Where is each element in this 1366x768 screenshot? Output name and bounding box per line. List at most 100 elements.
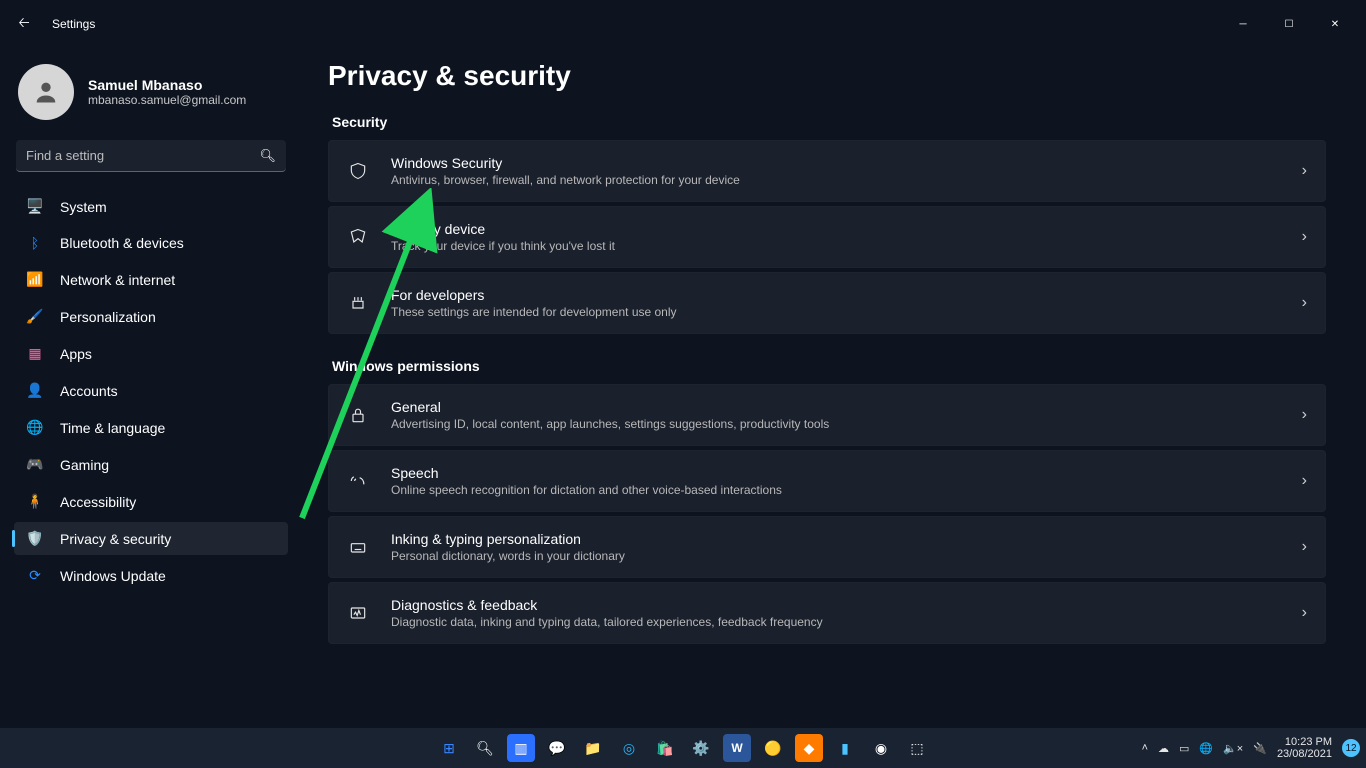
sidebar-item-privacy[interactable]: 🛡️Privacy & security (14, 522, 288, 555)
lock-icon (347, 404, 369, 426)
taskbar-settings[interactable]: ⚙️ (687, 734, 715, 762)
start-button[interactable]: ⊞ (435, 734, 463, 762)
card-title: Diagnostics & feedback (391, 597, 1280, 613)
card-sub: Diagnostic data, inking and typing data,… (391, 615, 1280, 629)
taskbar-app-orange[interactable]: ◆ (795, 734, 823, 762)
nav-label: System (60, 199, 107, 215)
tray-network-icon[interactable]: 🌐 (1199, 742, 1213, 755)
system-tray: ˄ ☁ ▭ 🌐 🔈× 🔌 10:23 PM 23/08/2021 12 (1142, 736, 1360, 760)
profile[interactable]: Samuel Mbanaso mbanaso.samuel@gmail.com (14, 56, 288, 138)
keyboard-icon (347, 536, 369, 558)
sidebar-item-gaming[interactable]: 🎮Gaming (14, 448, 288, 481)
bluetooth-icon: ᛒ (26, 235, 44, 251)
close-button[interactable]: ✕ (1312, 8, 1358, 40)
card-general[interactable]: General Advertising ID, local content, ap… (328, 384, 1326, 446)
card-title: General (391, 399, 1280, 415)
sidebar-item-accessibility[interactable]: 🧍 Accessibility (14, 485, 288, 518)
page-title: Privacy & security (328, 60, 1326, 92)
tray-volume-icon[interactable]: 🔈× (1223, 742, 1243, 755)
taskbar-steam[interactable]: ◉ (867, 734, 895, 762)
profile-email: mbanaso.samuel@gmail.com (88, 93, 246, 107)
chevron-right-icon: › (1302, 294, 1307, 312)
card-title: Inking & typing personalization (391, 531, 1280, 547)
chevron-right-icon: › (1302, 406, 1307, 424)
taskbar-icons: ⊞ 🔍︎ ▥ 💬 📁 ◎ 🛍️ ⚙️ W 🟡 ◆ ▮ ◉ ⬚ (435, 734, 931, 762)
tray-power-icon[interactable]: 🔌 (1253, 742, 1267, 755)
location-icon (347, 226, 369, 248)
card-sub: Track your device if you think you've lo… (391, 239, 1280, 253)
profile-name: Samuel Mbanaso (88, 77, 246, 93)
card-windows-security[interactable]: Windows Security Antivirus, browser, fire… (328, 140, 1326, 202)
section-heading-permissions: Windows permissions (332, 358, 1326, 374)
permissions-cards: General Advertising ID, local content, ap… (328, 384, 1326, 644)
card-title: Windows Security (391, 155, 1280, 171)
card-inking[interactable]: Inking & typing personalization Personal … (328, 516, 1326, 578)
nav-label: Gaming (60, 457, 109, 473)
security-cards: Windows Security Antivirus, browser, fire… (328, 140, 1326, 334)
chevron-right-icon: › (1302, 472, 1307, 490)
shield-outline-icon (347, 160, 369, 182)
sidebar: Samuel Mbanaso mbanaso.samuel@gmail.com … (0, 48, 300, 728)
diagnostics-icon (347, 602, 369, 624)
tray-chevron-icon[interactable]: ˄ (1142, 742, 1148, 754)
window-title: Settings (52, 17, 95, 31)
nav-label: Time & language (60, 420, 165, 436)
card-speech[interactable]: SpeechOnline speech recognition for dict… (328, 450, 1326, 512)
taskbar-app-blue[interactable]: ▮ (831, 734, 859, 762)
card-sub: Advertising ID, local content, app launc… (391, 417, 1280, 431)
wifi-icon: 📶 (26, 271, 44, 288)
sidebar-item-time[interactable]: 🌐Time & language (14, 411, 288, 444)
brush-icon: 🖌️ (26, 308, 44, 325)
card-find-my-device[interactable]: Find my device Track your device if you t… (328, 206, 1326, 268)
tray-date: 23/08/2021 (1277, 748, 1332, 760)
sidebar-item-bluetooth[interactable]: ᛒBluetooth & devices (14, 227, 288, 259)
chevron-right-icon: › (1302, 604, 1307, 622)
tray-clock[interactable]: 10:23 PM 23/08/2021 (1277, 736, 1332, 760)
window-controls: ─ ☐ ✕ (1220, 8, 1358, 40)
taskbar-chat[interactable]: 💬 (543, 734, 571, 762)
sidebar-item-personalization[interactable]: 🖌️Personalization (14, 300, 288, 333)
taskbar-chrome[interactable]: 🟡 (759, 734, 787, 762)
speech-icon (347, 470, 369, 492)
sidebar-item-update[interactable]: ⟳Windows Update (14, 559, 288, 592)
card-title: Speech (391, 465, 1280, 481)
avatar (18, 64, 74, 120)
sidebar-item-system[interactable]: 🖥️ System (14, 190, 288, 223)
card-sub: Antivirus, browser, firewall, and networ… (391, 173, 1280, 187)
minimize-button[interactable]: ─ (1220, 8, 1266, 40)
sidebar-item-network[interactable]: 📶 Network & internet (14, 263, 288, 296)
maximize-button[interactable]: ☐ (1266, 8, 1312, 40)
taskbar-store[interactable]: 🛍️ (651, 734, 679, 762)
nav-label: Privacy & security (60, 531, 171, 547)
tray-battery-icon[interactable]: ▭ (1179, 742, 1189, 755)
chevron-right-icon: › (1302, 162, 1307, 180)
sidebar-item-accounts[interactable]: 👤Accounts (14, 374, 288, 407)
card-for-developers[interactable]: For developersThese settings are intende… (328, 272, 1326, 334)
card-sub: Personal dictionary, words in your dicti… (391, 549, 1280, 563)
taskbar-word[interactable]: W (723, 734, 751, 762)
card-title: Find my device (391, 221, 1280, 237)
taskbar-app-gray[interactable]: ⬚ (903, 734, 931, 762)
taskbar-edge[interactable]: ◎ (615, 734, 643, 762)
accessibility-icon: 🧍 (26, 493, 44, 510)
back-button[interactable]: 🡠 (8, 8, 40, 40)
taskbar-taskview[interactable]: ▥ (507, 734, 535, 762)
nav-label: Network & internet (60, 272, 175, 288)
monitor-icon: 🖥️ (26, 198, 44, 215)
nav-label: Accounts (60, 383, 118, 399)
grid-icon: ▦ (26, 345, 44, 362)
card-diagnostics[interactable]: Diagnostics & feedback Diagnostic data, i… (328, 582, 1326, 644)
notification-badge[interactable]: 12 (1342, 739, 1360, 757)
code-icon (347, 292, 369, 314)
sidebar-item-apps[interactable]: ▦Apps (14, 337, 288, 370)
taskbar-explorer[interactable]: 📁 (579, 734, 607, 762)
chevron-right-icon: › (1302, 228, 1307, 246)
chevron-right-icon: › (1302, 538, 1307, 556)
nav-label: Accessibility (60, 494, 136, 510)
tray-onedrive-icon[interactable]: ☁ (1158, 742, 1169, 755)
taskbar-search[interactable]: 🔍︎ (471, 734, 499, 762)
nav-label: Windows Update (60, 568, 166, 584)
taskbar: ⊞ 🔍︎ ▥ 💬 📁 ◎ 🛍️ ⚙️ W 🟡 ◆ ▮ ◉ ⬚ ˄ ☁ ▭ 🌐 🔈… (0, 728, 1366, 768)
sidebar-nav: 🖥️ System ᛒBluetooth & devices 📶 Network &… (14, 188, 288, 594)
search-input[interactable] (16, 140, 286, 172)
